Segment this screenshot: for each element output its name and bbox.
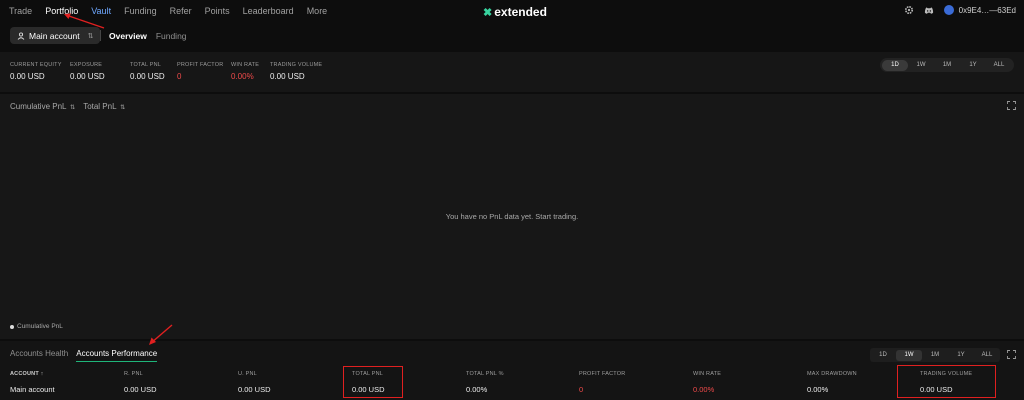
stat-trading-volume: TRADING VOLUME 0.00 USD	[270, 62, 322, 81]
range-1y-button[interactable]: 1Y	[960, 60, 986, 71]
range-1d-button[interactable]: 1D	[870, 350, 896, 361]
annotation-box-total-pnl	[343, 366, 403, 398]
column-header[interactable]: R. PNL	[124, 367, 238, 381]
tab-accounts-performance[interactable]: Accounts Performance	[76, 349, 158, 362]
stat-label: CURRENT EQUITY	[10, 62, 62, 68]
accounts-range-selector: 1D 1W 1M 1Y ALL	[870, 348, 1000, 362]
range-all-button[interactable]: ALL	[974, 350, 1000, 361]
tab-funding[interactable]: Funding	[156, 31, 187, 41]
user-icon	[17, 31, 25, 40]
stat-label: TRADING VOLUME	[270, 62, 323, 68]
stat-value: 0	[177, 72, 182, 81]
tab-overview[interactable]: Overview	[109, 31, 147, 41]
stat-current-equity: CURRENT EQUITY 0.00 USD	[10, 62, 62, 81]
table-cell: 0	[579, 384, 584, 394]
logo-text: extended	[494, 5, 547, 19]
stat-value: 0.00 USD	[270, 72, 305, 81]
chart-selectors: Cumulative PnL ⇅ Total PnL ⇅	[10, 102, 125, 111]
legend-dot-icon	[10, 324, 14, 329]
column-header[interactable]: TOTAL PNL %	[466, 367, 579, 381]
chevron-updown-icon: ⇅	[87, 32, 94, 40]
range-1y-button[interactable]: 1Y	[948, 350, 974, 361]
top-nav: Trade Portfolio Vault Funding Refer Poin…	[0, 0, 1024, 22]
accounts-tabs: Accounts Health Accounts Performance	[10, 349, 158, 362]
range-all-button[interactable]: ALL	[986, 60, 1012, 71]
stat-value: 0.00 USD	[70, 72, 105, 81]
range-1m-button[interactable]: 1M	[922, 350, 948, 361]
chevron-updown-icon: ⇅	[118, 105, 126, 111]
sub-tabs: Overview Funding	[109, 31, 187, 41]
table-cell: 0.00 USD	[238, 384, 271, 394]
expand-icon[interactable]	[1007, 350, 1016, 359]
tab-accounts-health[interactable]: Accounts Health	[10, 349, 68, 362]
chart-legend: Cumulative PnL	[10, 323, 63, 330]
column-header[interactable]: U. PNL	[238, 367, 352, 381]
nav-link-more[interactable]: More	[307, 6, 328, 16]
annotation-arrow-portfolio	[64, 13, 105, 29]
stat-total-pnl: TOTAL PNL 0.00 USD	[130, 62, 165, 81]
wallet-button[interactable]: 0x9E4…—63Ed	[943, 5, 1016, 15]
column-header-account[interactable]: ACCOUNT ↑	[10, 367, 124, 381]
stat-label: EXPOSURE	[70, 62, 103, 68]
table-cell: 0.00%	[466, 384, 488, 394]
empty-state-message: You have no PnL data yet. Start trading.	[445, 212, 579, 221]
table-cell: 0.00 USD	[124, 384, 157, 394]
range-1d-button[interactable]: 1D	[882, 59, 908, 71]
select-label: Cumulative PnL	[10, 102, 67, 111]
chevron-updown-icon: ⇅	[68, 105, 76, 111]
range-1w-button[interactable]: 1W	[896, 349, 922, 361]
wallet-address: 0x9E4…—63Ed	[958, 5, 1016, 15]
nav-link-leaderboard[interactable]: Leaderboard	[243, 6, 294, 16]
stat-label: TOTAL PNL	[130, 62, 162, 68]
discord-icon[interactable]	[924, 5, 934, 15]
nav-link-trade[interactable]: Trade	[9, 6, 32, 16]
stat-value: 0.00 USD	[10, 72, 45, 81]
stat-win-rate: WIN RATE 0.00%	[231, 62, 259, 81]
legend-label: Cumulative PnL	[17, 323, 63, 330]
annotation-box-trading-volume	[897, 365, 996, 398]
total-pnl-select[interactable]: Total PnL ⇅	[83, 102, 125, 111]
table-cell: 0.00%	[693, 384, 715, 394]
nav-links: Trade Portfolio Vault Funding Refer Poin…	[9, 6, 340, 16]
wallet-avatar-icon	[943, 5, 954, 15]
range-1w-button[interactable]: 1W	[908, 60, 934, 71]
accounts-performance-table: ACCOUNT ↑ R. PNL U. PNL TOTAL PNL TOTAL …	[10, 367, 1014, 397]
logo-mark-icon: ✖	[483, 6, 493, 19]
stats-range-selector: 1D 1W 1M 1Y ALL	[880, 58, 1014, 72]
cumulative-pnl-select[interactable]: Cumulative PnL ⇅	[10, 102, 75, 111]
stat-profit-factor: PROFIT FACTOR 0	[177, 62, 223, 81]
range-1m-button[interactable]: 1M	[934, 60, 960, 71]
annotation-arrow-performance-tab	[149, 324, 173, 345]
accounts-panel: Accounts Health Accounts Performance 1D …	[0, 341, 1024, 400]
stat-value: 0.00 USD	[130, 72, 165, 81]
stat-label: WIN RATE	[231, 62, 260, 68]
logo[interactable]: ✖ extended	[483, 5, 547, 19]
column-header[interactable]: PROFIT FACTOR	[579, 367, 693, 381]
nav-link-funding[interactable]: Funding	[124, 6, 157, 16]
select-label: Total PnL	[83, 102, 117, 111]
table-header-row: ACCOUNT ↑ R. PNL U. PNL TOTAL PNL TOTAL …	[10, 367, 1014, 381]
column-header[interactable]: WIN RATE	[693, 367, 807, 381]
stats-panel: CURRENT EQUITY 0.00 USD EXPOSURE 0.00 US…	[0, 52, 1024, 92]
gear-icon[interactable]	[904, 5, 914, 15]
nav-right: 0x9E4…—63Ed	[904, 5, 1016, 15]
nav-link-points[interactable]: Points	[205, 6, 230, 16]
stat-value: 0.00%	[231, 72, 254, 81]
stat-label: PROFIT FACTOR	[177, 62, 224, 68]
sub-header: Main account ⇅ Overview Funding	[0, 26, 1024, 48]
pnl-chart-panel: Cumulative PnL ⇅ Total PnL ⇅ You have no…	[0, 94, 1024, 339]
table-row[interactable]: Main account 0.00 USD 0.00 USD 0.00 USD …	[10, 381, 1014, 397]
stat-exposure: EXPOSURE 0.00 USD	[70, 62, 105, 81]
nav-link-refer[interactable]: Refer	[170, 6, 192, 16]
account-select-label: Main account	[29, 30, 80, 41]
table-cell: Main account	[10, 384, 55, 394]
expand-icon[interactable]	[1007, 101, 1016, 110]
